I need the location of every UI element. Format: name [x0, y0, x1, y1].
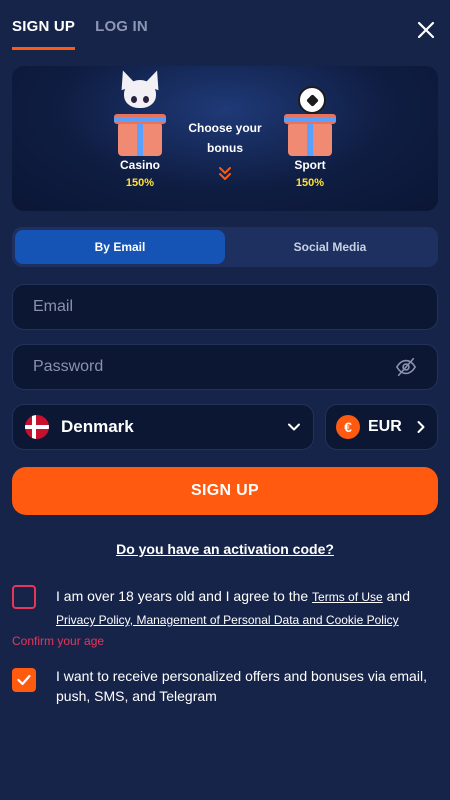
- activation-code-link[interactable]: Do you have an activation code?: [0, 541, 450, 557]
- close-icon: [417, 21, 435, 39]
- chevron-right-icon: [417, 421, 425, 433]
- sign-up-button[interactable]: SIGN UP: [12, 467, 438, 515]
- bonus-selector: Casino 150% Choose your bonus Sport 150%: [12, 66, 438, 211]
- email-input[interactable]: [33, 298, 417, 316]
- tab-sign-up[interactable]: SIGN UP: [12, 18, 76, 50]
- country-select[interactable]: Denmark: [12, 404, 314, 450]
- bonus-option-casino[interactable]: Casino 150%: [95, 67, 185, 189]
- age-consent-checkbox[interactable]: [12, 585, 36, 609]
- sport-gift-icon: [280, 76, 340, 156]
- age-consent-and: and: [382, 588, 410, 604]
- euro-icon: €: [336, 415, 360, 439]
- tab-log-in[interactable]: LOG IN: [95, 18, 148, 50]
- offers-consent-checkbox[interactable]: [12, 668, 36, 692]
- age-error-message: Confirm your age: [12, 634, 105, 648]
- bonus-name-casino: Casino: [119, 158, 160, 172]
- choose-bonus-label: Choose your bonus: [188, 121, 262, 155]
- close-button[interactable]: [416, 20, 436, 40]
- privacy-policy-link[interactable]: Privacy Policy, Management of Personal D…: [56, 613, 399, 627]
- password-input[interactable]: [33, 358, 395, 376]
- age-consent-prefix: I am over 18 years old and I agree to th…: [56, 588, 313, 604]
- bonus-option-sport[interactable]: Sport 150%: [265, 76, 355, 189]
- currency-select[interactable]: € EUR: [325, 404, 438, 450]
- bonus-percent-sport: 150%: [295, 177, 325, 189]
- offers-consent-text: I want to receive personalized offers an…: [56, 668, 427, 704]
- auth-tabs: SIGN UP LOG IN: [12, 18, 148, 50]
- registration-method-toggle: By Email Social Media: [12, 227, 438, 267]
- terms-of-use-link[interactable]: Terms of Use: [312, 590, 383, 604]
- chevron-down-icon: [288, 423, 300, 431]
- bonus-name-sport: Sport: [294, 158, 326, 172]
- email-field-wrapper: [12, 284, 438, 330]
- method-social-media[interactable]: Social Media: [225, 230, 435, 264]
- method-by-email[interactable]: By Email: [15, 230, 225, 264]
- double-chevron-down-icon: [219, 167, 231, 180]
- casino-gift-icon: [110, 67, 170, 156]
- denmark-flag-icon: [25, 415, 49, 439]
- age-consent-text: I am over 18 years old and I agree to th…: [56, 585, 440, 631]
- eye-off-icon[interactable]: [395, 356, 417, 378]
- checkmark-icon: [17, 674, 31, 686]
- country-value: Denmark: [61, 417, 134, 436]
- password-field-wrapper: [12, 344, 438, 390]
- bonus-percent-casino: 150%: [125, 177, 155, 189]
- currency-value: EUR: [368, 418, 402, 435]
